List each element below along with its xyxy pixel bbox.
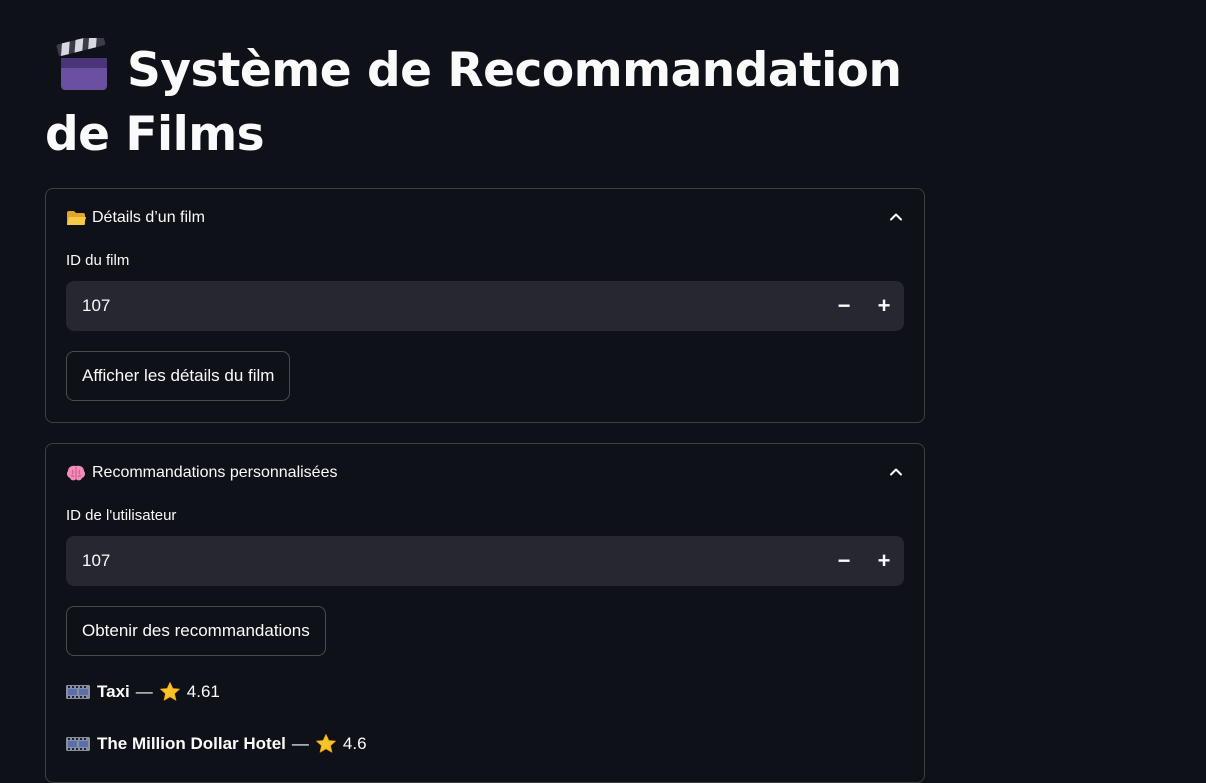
star-icon [316,734,336,753]
recommendations-expander: Recommandations personnalisées ID de l'u… [45,443,925,783]
folder-icon [67,211,86,225]
movie-title: Taxi [97,682,130,701]
chevron-up-icon[interactable] [888,209,904,225]
film-details-title: Détails d’un film [92,209,205,226]
brain-icon [66,465,86,481]
star-icon [159,682,180,701]
film-id-value[interactable]: 107 [66,296,824,316]
recommendations-list: Taxi — 4.61 The Million Dollar Hotel — 4… [66,680,904,756]
film-frames-icon [66,737,90,751]
user-id-decrement-button[interactable]: − [824,536,864,586]
recommendations-title: Recommandations personnalisées [92,464,338,481]
film-details-header[interactable]: Détails d’un film [46,189,924,247]
separator: — [291,734,309,753]
film-frames-icon [66,685,90,699]
recommendations-header[interactable]: Recommandations personnalisées [46,444,924,502]
page-title: Système de Recommandation de Films [45,0,925,167]
list-item: Taxi — 4.61 [66,680,904,704]
separator: — [135,682,153,701]
film-id-stepper: − + [824,281,904,331]
clapper-board-icon [56,38,107,90]
get-recommendations-button[interactable]: Obtenir des recommandations [66,606,326,656]
movie-rating: 4.6 [342,734,367,753]
user-id-value[interactable]: 107 [66,551,824,571]
movie-rating: 4.61 [186,682,220,701]
user-id-increment-button[interactable]: + [864,536,904,586]
film-details-expander: Détails d’un film ID du film 107 − + Aff… [45,188,925,423]
movie-title: The Million Dollar Hotel [97,734,286,753]
film-id-decrement-button[interactable]: − [824,281,864,331]
film-id-label: ID du film [66,252,130,269]
list-item: The Million Dollar Hotel — 4.6 [66,732,904,756]
chevron-up-icon[interactable] [888,464,904,480]
user-id-label: ID de l'utilisateur [66,507,177,524]
main-container: Système de Recommandation de Films Détai… [45,0,925,783]
user-id-stepper: − + [824,536,904,586]
show-film-details-button[interactable]: Afficher les détails du film [66,351,291,401]
user-id-input[interactable]: 107 − + [66,536,904,586]
film-id-input[interactable]: 107 − + [66,281,904,331]
film-id-increment-button[interactable]: + [864,281,904,331]
